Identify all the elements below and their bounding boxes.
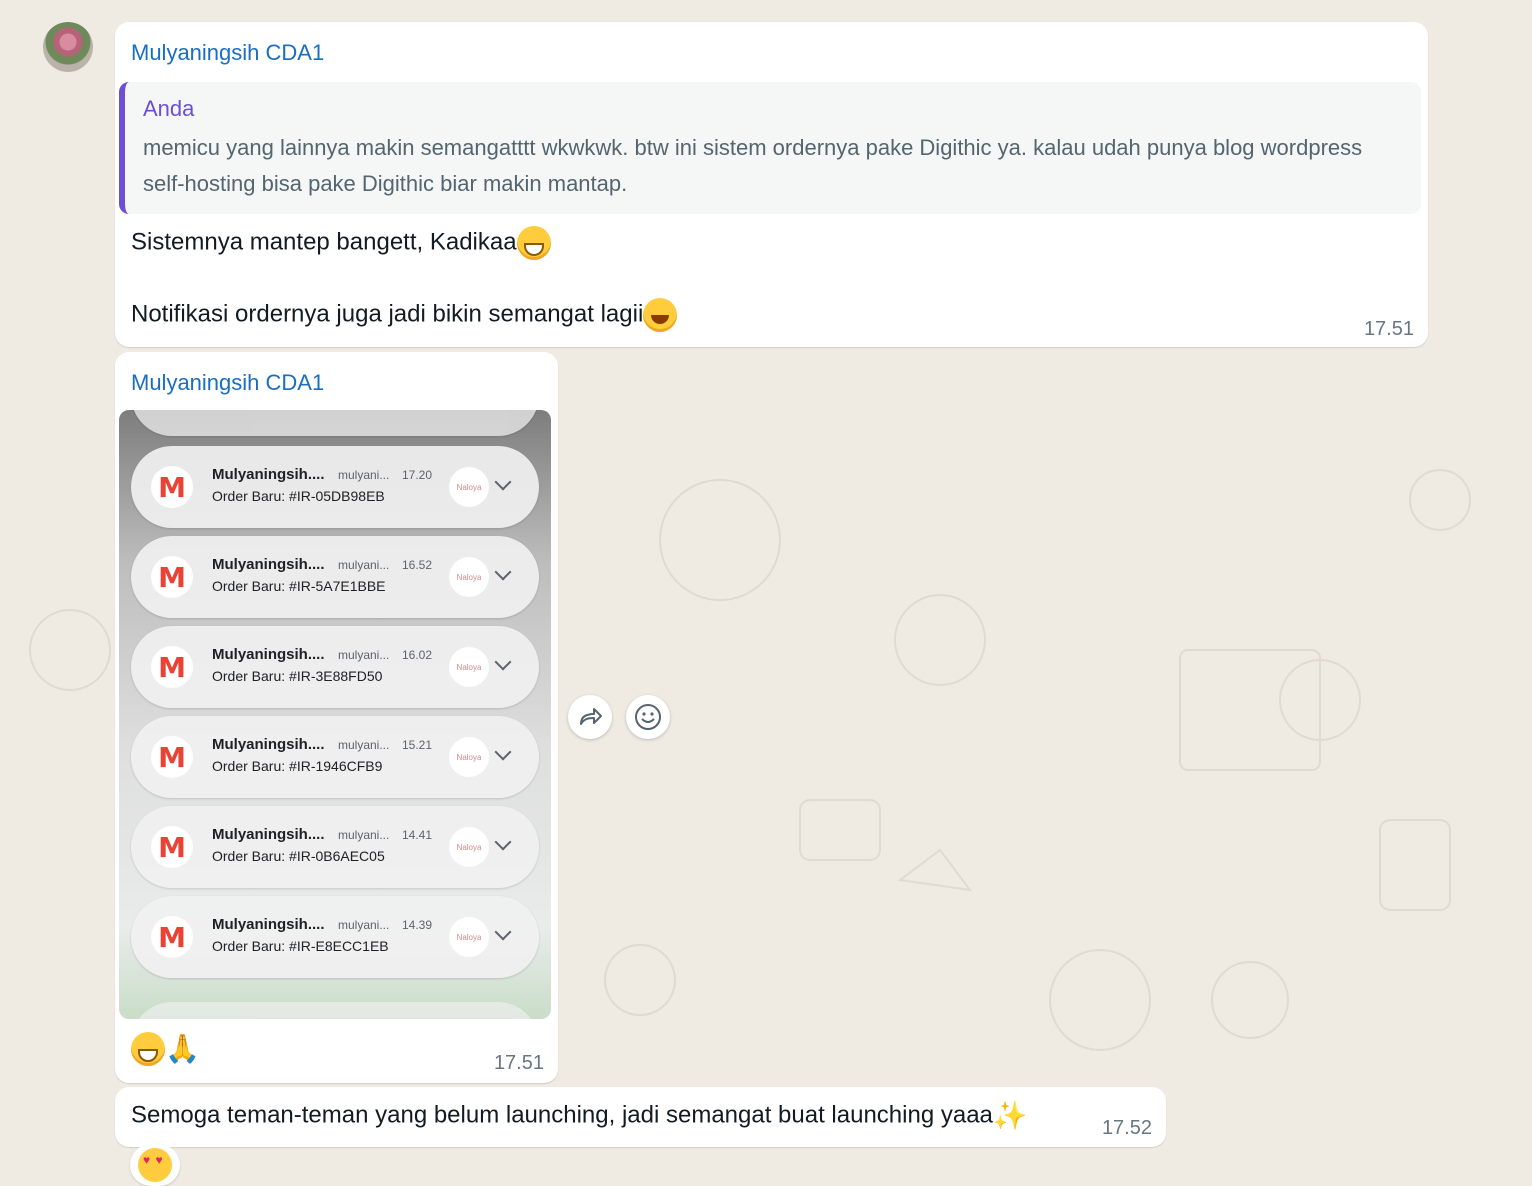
notification-title: Mulyaningsih....	[212, 556, 325, 573]
notification-account: mulyani...	[338, 918, 390, 932]
notification-body: Order Baru: #IR-0B6AEC05	[212, 848, 385, 864]
gmail-icon: M	[151, 826, 193, 868]
brand-logo: Naloya	[449, 647, 489, 687]
notification-title: Mulyaningsih....	[212, 826, 325, 843]
message-text-line-1: Sistemnya mantep bangett, Kadikaa	[131, 226, 551, 260]
grin-emoji-icon	[131, 1032, 165, 1066]
sender-avatar[interactable]	[43, 22, 93, 72]
quote-text: memicu yang lainnya makin semangatttt wk…	[143, 135, 1363, 196]
notification-time: 17.20	[402, 468, 433, 482]
gmail-icon: M	[151, 736, 193, 778]
notification-card-partial	[131, 410, 539, 436]
notification-account: mulyani...	[338, 828, 390, 842]
notification-card: M Mulyaningsih.... mulyani... 16.02 Orde…	[131, 626, 539, 708]
notification-account: mulyani...	[338, 468, 390, 482]
notification-account: mulyani...	[338, 648, 390, 662]
react-button[interactable]	[626, 695, 670, 739]
message-time: 17.51	[493, 1052, 544, 1074]
caption-emojis: 🙏	[131, 1032, 200, 1066]
notification-title: Mulyaningsih....	[212, 736, 325, 753]
pray-emoji-icon: 🙏	[165, 1033, 200, 1064]
grin-emoji-icon	[516, 226, 551, 260]
chevron-down-icon	[494, 473, 512, 491]
notification-time: 15.21	[402, 738, 433, 752]
message-bubble-3[interactable]: Semoga teman-teman yang belum launching,…	[115, 1087, 1166, 1147]
notification-body: Order Baru: #IR-5A7E1BBE	[212, 578, 386, 594]
sender-name[interactable]: Mulyaningsih CDA1	[131, 370, 324, 396]
brand-logo: Naloya	[449, 557, 489, 597]
notification-card: M Mulyaningsih.... mulyani... 14.39 Orde…	[131, 896, 539, 978]
notification-card: M Mulyaningsih.... mulyani... 16.52 Orde…	[131, 536, 539, 618]
quoted-message[interactable]: Anda memicu yang lainnya makin semangatt…	[119, 82, 1421, 214]
notification-time: 14.41	[402, 828, 433, 842]
chevron-down-icon	[494, 653, 512, 671]
message-text-line-2: Notifikasi ordernya juga jadi bikin sema…	[131, 298, 678, 332]
message-text: Notifikasi ordernya juga jadi bikin sema…	[131, 300, 644, 328]
laughing-emoji-icon	[643, 298, 678, 332]
notification-account: mulyani...	[338, 738, 390, 752]
brand-logo: Naloya	[449, 827, 489, 867]
gmail-icon: M	[151, 556, 193, 598]
message-text-line: Semoga teman-teman yang belum launching,…	[131, 1099, 1028, 1133]
notification-card: M Mulyaningsih.... mulyani... 14.41 Orde…	[131, 806, 539, 888]
message-text: Sistemnya mantep bangett, Kadikaa	[131, 228, 517, 256]
notification-card: M Mulyaningsih.... mulyani... 15.21 Orde…	[131, 716, 539, 798]
brand-logo: Naloya	[449, 917, 489, 957]
notification-time: 16.52	[402, 558, 433, 572]
emoji-icon	[635, 704, 661, 730]
sparkles-emoji-icon: ✨	[992, 1100, 1028, 1131]
chevron-down-icon	[494, 563, 512, 581]
message-reaction[interactable]	[130, 1144, 180, 1186]
notification-body: Order Baru: #IR-1946CFB9	[212, 758, 383, 774]
notification-card-partial	[131, 1002, 539, 1019]
gmail-icon: M	[151, 916, 193, 958]
gmail-icon: M	[151, 646, 193, 688]
message-time: 17.52	[1101, 1117, 1152, 1139]
message-text: Semoga teman-teman yang belum launching,…	[131, 1101, 993, 1129]
chevron-down-icon	[494, 743, 512, 761]
notification-title: Mulyaningsih....	[212, 646, 325, 663]
notification-body: Order Baru: #IR-E8ECC1EB	[212, 938, 389, 954]
sender-name[interactable]: Mulyaningsih CDA1	[131, 40, 324, 66]
notification-body: Order Baru: #IR-05DB98EB	[212, 488, 385, 504]
message-time: 17.51	[1363, 318, 1414, 340]
brand-logo: Naloya	[449, 467, 489, 507]
notification-screenshot-image[interactable]: M Mulyaningsih.... mulyani... 17.20 Orde…	[119, 410, 551, 1019]
quote-author: Anda	[143, 96, 195, 121]
forward-icon	[580, 708, 602, 725]
notification-body: Order Baru: #IR-3E88FD50	[212, 668, 383, 684]
notification-card: M Mulyaningsih.... mulyani... 17.20 Orde…	[131, 446, 539, 528]
chevron-down-icon	[494, 833, 512, 851]
message-bubble-2[interactable]: Mulyaningsih CDA1 M Mulyaningsih.... mul…	[115, 352, 558, 1083]
notification-time: 14.39	[402, 918, 433, 932]
forward-button[interactable]	[568, 695, 612, 739]
message-bubble-1[interactable]: Mulyaningsih CDA1 Anda memicu yang lainn…	[115, 22, 1428, 347]
notification-account: mulyani...	[338, 558, 390, 572]
chevron-down-icon	[494, 923, 512, 941]
gmail-icon: M	[151, 466, 193, 508]
notification-title: Mulyaningsih....	[212, 916, 325, 933]
notification-time: 16.02	[402, 648, 433, 662]
heart-eyes-emoji-icon	[138, 1148, 172, 1182]
notification-title: Mulyaningsih....	[212, 466, 325, 483]
brand-logo: Naloya	[449, 737, 489, 777]
